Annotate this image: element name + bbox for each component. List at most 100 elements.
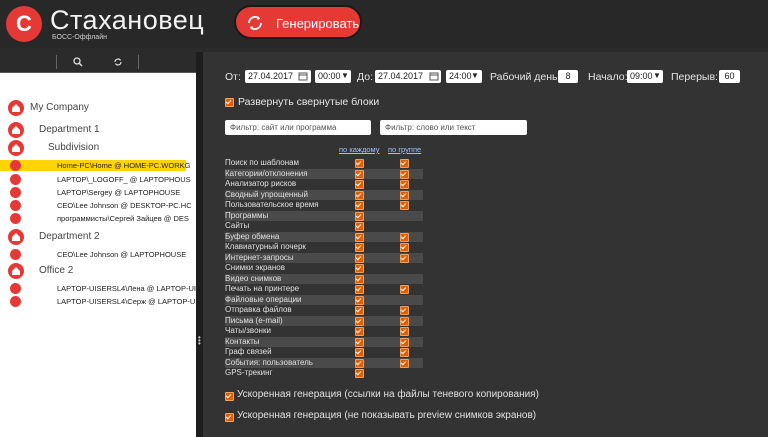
each-checkbox[interactable] (355, 274, 364, 284)
start-label: Начало: (588, 71, 628, 83)
home-icon (8, 140, 24, 156)
each-checkbox[interactable] (355, 222, 364, 231)
drag-handle-icon: • • • (198, 333, 201, 348)
category-row: Программы (225, 210, 423, 221)
tree-item-user[interactable]: LAPTOP\_LOGOFF_ @ LAPTOPHOUS (10, 174, 191, 185)
each-checkbox[interactable] (355, 306, 364, 315)
home-icon (8, 263, 24, 279)
tree-item-company[interactable]: My Company (8, 100, 188, 116)
each-checkbox[interactable] (355, 159, 364, 168)
category-label: Программы (225, 210, 269, 220)
search-button[interactable] (60, 52, 96, 72)
tree-item-label: программисты\Сергей Зайцев @ DES (57, 214, 189, 223)
each-checkbox[interactable] (355, 348, 364, 357)
group-checkbox[interactable] (400, 253, 409, 263)
refresh-icon (114, 58, 122, 66)
group-checkbox[interactable] (400, 285, 409, 294)
calendar-icon[interactable] (298, 71, 308, 81)
each-checkbox[interactable] (355, 201, 364, 210)
each-checkbox[interactable] (355, 358, 364, 368)
tree-item-label: CEO\Lee Johnson @ LAPTOPHOUSE (57, 250, 187, 259)
group-checkbox[interactable] (400, 327, 409, 336)
each-checkbox[interactable] (355, 169, 364, 179)
refresh-button[interactable] (100, 52, 136, 72)
filter-text-input[interactable]: Фильтр: слово или текст (380, 120, 527, 135)
user-icon (10, 296, 21, 307)
group-checkbox[interactable] (400, 180, 409, 189)
each-checkbox[interactable] (355, 190, 364, 200)
tree-item-user[interactable]: Home-PC\Home @ HOME-PC.WORKG (10, 160, 190, 171)
group-checkbox[interactable] (400, 190, 409, 200)
filter-site-input[interactable]: Фильтр: сайт или программа (225, 120, 371, 135)
tree-item-office[interactable]: Office 2 (8, 263, 188, 279)
tree-item-department[interactable]: Department 2 (8, 229, 188, 245)
refresh-icon (248, 16, 262, 30)
tree-item-label: LAPTOP-UISERSL4\Лена @ LAPTOP-UIS (57, 284, 201, 293)
panel-splitter[interactable]: • • • (196, 52, 203, 437)
category-label: Контакты (225, 336, 260, 346)
each-checkbox[interactable] (355, 337, 364, 347)
each-checkbox[interactable] (355, 285, 364, 294)
user-icon (10, 249, 21, 260)
app-subtitle: БОСС-Оффлайн (52, 34, 107, 41)
group-checkbox[interactable] (400, 337, 409, 347)
generate-button[interactable]: Генерировать (234, 5, 362, 39)
tree-item-user[interactable]: LAPTOP-UISERSL4\Серж @ LAPTOP-UIS (10, 296, 202, 307)
user-icon (10, 174, 21, 185)
report-settings-panel: От: 27.04.2017 00:00 ▼ До: 27.04.2017 24… (203, 52, 768, 437)
group-checkbox[interactable] (400, 169, 409, 179)
category-label: Видео снимков (225, 273, 282, 283)
logo-letter: C (16, 11, 32, 36)
each-checkbox[interactable] (355, 316, 364, 326)
search-icon (73, 57, 83, 67)
tree-item-user[interactable]: CEO\Lee Johnson @ LAPTOPHOUSE (10, 249, 186, 260)
group-checkbox[interactable] (400, 316, 409, 326)
expand-blocks-checkbox[interactable] (225, 98, 234, 107)
category-row: Чаты/звонки (225, 326, 423, 336)
category-label: Сайты (225, 221, 250, 230)
each-checkbox[interactable] (355, 232, 364, 242)
category-label: Отправка файлов (225, 305, 292, 314)
category-label: Печать на принтере (225, 284, 300, 293)
fast-gen-shadow-checkbox[interactable] (225, 392, 234, 401)
group-checkbox[interactable] (400, 358, 409, 368)
category-row: Поиск по шаблонам (225, 158, 423, 168)
each-checkbox[interactable] (355, 253, 364, 263)
category-row: Клавиатурный почерк (225, 242, 423, 252)
user-icon (10, 283, 21, 294)
group-checkbox[interactable] (400, 201, 409, 210)
each-checkbox[interactable] (355, 264, 364, 273)
each-checkbox[interactable] (355, 211, 364, 221)
tree-item-user[interactable]: CEO\Lee Johnson @ DESKTOP-PC.HC (10, 200, 192, 211)
group-checkbox[interactable] (400, 306, 409, 315)
tree-item-user[interactable]: LAPTOP-UISERSL4\Лена @ LAPTOP-UIS (10, 283, 201, 294)
fast-gen-preview-checkbox[interactable] (225, 413, 234, 422)
group-checkbox[interactable] (400, 159, 409, 168)
each-checkbox[interactable] (355, 295, 364, 305)
app-title: Стахановец (50, 5, 205, 35)
calendar-icon[interactable] (429, 71, 439, 81)
workday-input[interactable]: 8 (558, 70, 578, 83)
each-checkbox[interactable] (355, 327, 364, 336)
break-label: Перерыв: (671, 71, 718, 83)
category-label: Анализатор рисков (225, 179, 297, 188)
from-label: От: (225, 71, 241, 83)
tree-item-subdivision[interactable]: Subdivision (8, 140, 188, 156)
group-checkbox[interactable] (400, 348, 409, 357)
user-icon (10, 213, 21, 224)
to-label: До: (357, 71, 373, 83)
category-label: Буфер обмена (225, 231, 280, 241)
each-checkbox[interactable] (355, 243, 364, 252)
group-checkbox[interactable] (400, 232, 409, 242)
tree-item-user[interactable]: LAPTOP\Sergey @ LAPTOPHOUSE (10, 187, 186, 198)
tree-item-user[interactable]: программисты\Сергей Зайцев @ DES (10, 213, 189, 224)
each-checkbox[interactable] (355, 180, 364, 189)
column-header-each[interactable]: по каждому (339, 145, 380, 154)
fast-gen-shadow-label: Ускоренная генерация (ссылки на файлы те… (237, 389, 539, 400)
tree-item-department[interactable]: Department 1 (8, 122, 188, 138)
each-checkbox[interactable] (355, 369, 364, 378)
column-header-group[interactable]: по группе (388, 145, 421, 154)
tree-item-label: Office 2 (39, 265, 74, 276)
group-checkbox[interactable] (400, 243, 409, 252)
break-input[interactable]: 60 (719, 70, 740, 83)
